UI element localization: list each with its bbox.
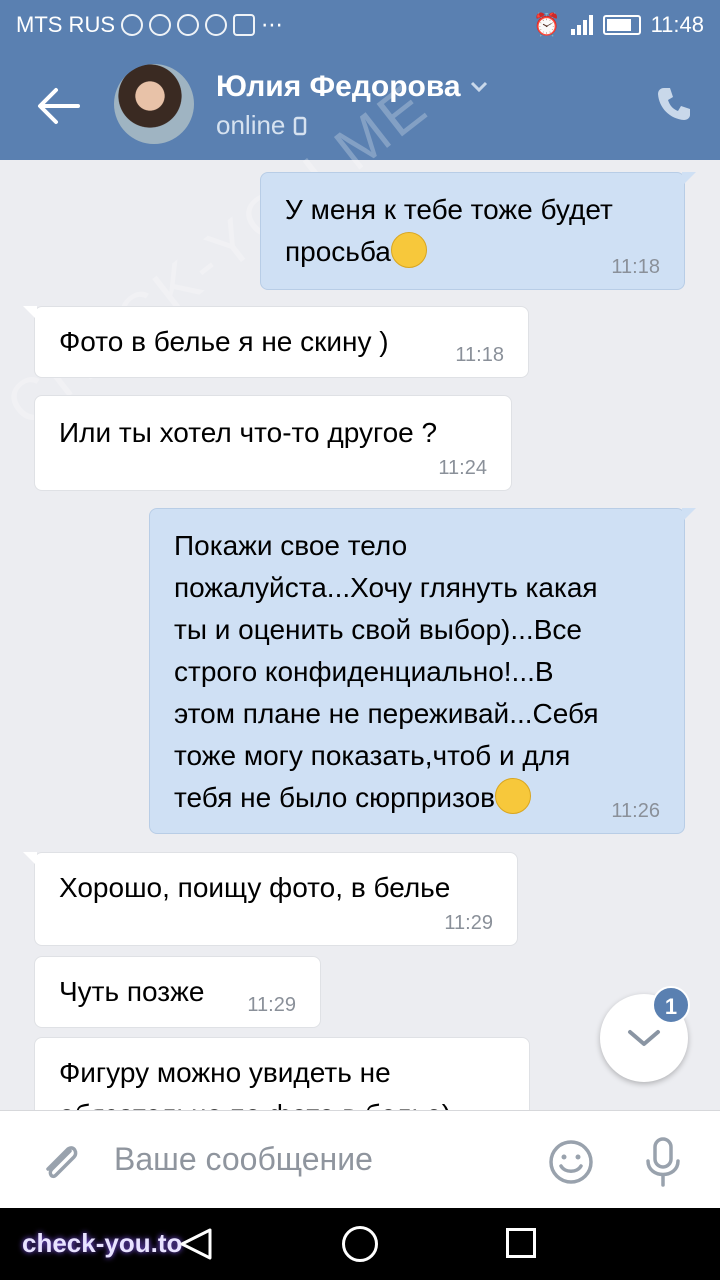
back-arrow-icon[interactable] xyxy=(36,86,80,126)
message-line: Хорошо, поищу фото, в белье xyxy=(59,872,451,903)
message-time: 11:18 xyxy=(611,256,660,278)
message-line: Фигуру можно увидеть не xyxy=(59,1057,391,1088)
nav-recents-icon[interactable] xyxy=(506,1228,536,1258)
message-list[interactable]: У меня к тебе тоже будет просьба 11:18 Ф… xyxy=(0,160,720,1110)
message-input[interactable]: Ваше сообщение xyxy=(114,1141,373,1178)
search-icon xyxy=(149,14,171,36)
presence-status: online xyxy=(216,110,286,140)
message-bubble-incoming[interactable]: Фото в белье я не скину ) 11:18 xyxy=(23,306,529,378)
attach-paperclip-icon[interactable] xyxy=(36,1137,84,1185)
message-line: Или ты хотел что-то другое ? xyxy=(59,417,438,448)
mobile-device-icon xyxy=(294,116,307,135)
more-notifications-icon: ⋯ xyxy=(261,12,283,37)
message-bubble-incoming[interactable]: Фигуру можно увидеть не обязательно по ф… xyxy=(34,1037,530,1110)
battery-icon xyxy=(602,15,641,35)
message-line: пожалуйста...Хочу глянуть какая xyxy=(174,572,598,603)
unread-count-badge: 1 xyxy=(652,986,690,1024)
watermark-text: check-you.to xyxy=(22,1228,183,1258)
signal-icon xyxy=(570,15,593,35)
message-line: тоже могу показать,чтоб и для xyxy=(174,740,571,771)
notification-icon xyxy=(121,14,143,36)
message-time: 11:29 xyxy=(444,912,493,934)
status-bar: MTS RUS ⋯ ⏰ 11:48 xyxy=(0,0,720,50)
presence-row: online xyxy=(216,110,307,141)
contact-name-row[interactable]: Юлия Федорова xyxy=(216,70,489,104)
message-composer: Ваше сообщение xyxy=(0,1110,720,1208)
youtube-icon xyxy=(233,14,255,36)
message-bubble-outgoing[interactable]: Покажи свое тело пожалуйста...Хочу гляну… xyxy=(149,508,696,834)
nav-home-icon[interactable] xyxy=(342,1226,378,1262)
message-line: У меня к тебе тоже будет xyxy=(285,194,613,225)
message-line: ты и оценить свой выбор)...Все xyxy=(174,614,582,645)
chat-header: Юлия Федорова online CHECK-YOU.ME xyxy=(0,50,720,439)
message-time: 11:26 xyxy=(611,800,660,822)
message-bubble-incoming[interactable]: Хорошо, поищу фото, в белье 11:29 xyxy=(23,852,518,946)
message-line: обязательно по фото в белье) xyxy=(59,1094,505,1110)
smile-emoji-icon xyxy=(495,778,532,814)
message-line: просьба xyxy=(285,236,391,267)
message-time: 11:18 xyxy=(455,344,504,366)
contact-avatar[interactable] xyxy=(114,64,194,144)
message-line: строго конфиденциально!...В xyxy=(174,656,554,687)
microphone-icon[interactable] xyxy=(640,1135,686,1189)
system-navigation-bar: check-you.to xyxy=(0,1208,720,1280)
phone-call-icon[interactable] xyxy=(654,84,694,124)
message-line: тебя не было сюрпризов xyxy=(174,782,496,813)
eye-roll-emoji-icon xyxy=(390,232,427,268)
message-line: этом плане не переживай...Себя xyxy=(174,698,599,729)
carrier-label: MTS RUS xyxy=(16,12,115,37)
message-bubble-incoming[interactable]: Или ты хотел что-то другое ? 11:24 xyxy=(34,395,512,491)
clock: 11:48 xyxy=(650,12,704,37)
viber-icon xyxy=(177,14,199,36)
chevron-down-icon xyxy=(470,81,487,93)
message-bubble-incoming[interactable]: Чуть позже 11:29 xyxy=(34,956,321,1028)
message-time: 11:29 xyxy=(247,994,296,1016)
chat-icon xyxy=(205,14,227,36)
message-line: Фото в белье я не скину ) xyxy=(59,326,389,357)
message-line: Чуть позже xyxy=(59,976,205,1007)
message-time: 11:24 xyxy=(438,457,487,479)
message-line: Покажи свое тело xyxy=(174,530,408,561)
nav-back-icon[interactable] xyxy=(176,1226,216,1262)
emoji-picker-icon[interactable] xyxy=(548,1139,594,1185)
contact-name: Юлия Федорова xyxy=(216,70,461,103)
alarm-icon: ⏰ xyxy=(533,12,561,37)
message-bubble-outgoing[interactable]: У меня к тебе тоже будет просьба 11:18 xyxy=(260,172,696,290)
